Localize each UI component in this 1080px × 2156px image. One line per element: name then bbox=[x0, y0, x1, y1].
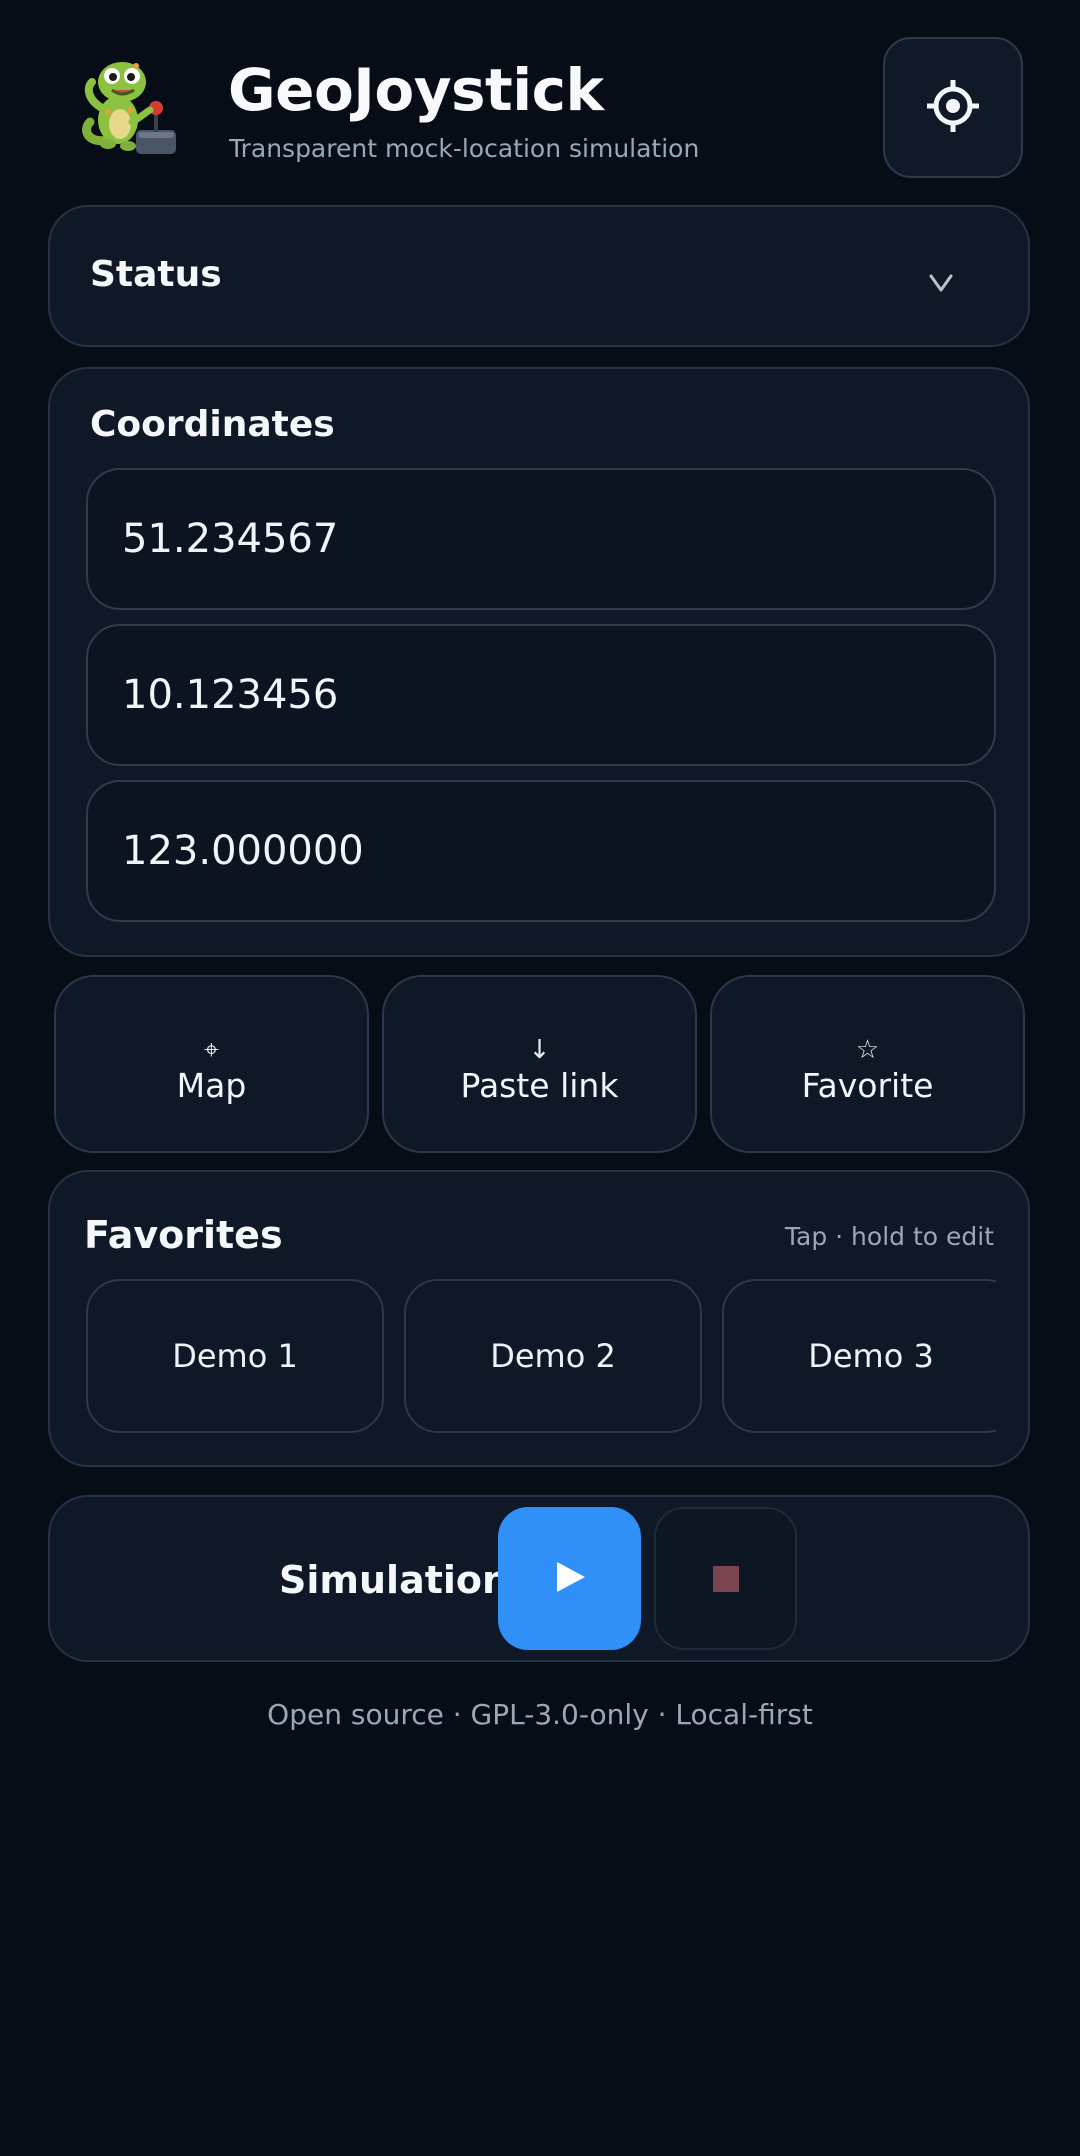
app-subtitle: Transparent mock-location simulation bbox=[229, 134, 700, 163]
coordinates-title: Coordinates bbox=[90, 404, 335, 445]
star-icon: ☆ bbox=[855, 1035, 880, 1065]
simulation-panel: Simulation bbox=[48, 1495, 1030, 1662]
map-button-label: Map bbox=[176, 1066, 247, 1105]
crosshair-icon: ⌖ bbox=[204, 1035, 219, 1065]
favorite-button[interactable]: ☆ Favorite bbox=[710, 975, 1025, 1153]
footer-text: Open source · GPL-3.0-only · Local-first bbox=[267, 1698, 813, 1731]
settings-button[interactable] bbox=[883, 37, 1023, 178]
favorite-chip[interactable]: Demo 3 bbox=[722, 1279, 996, 1433]
app-header: GeoJoystick Transparent mock-location si… bbox=[0, 0, 1080, 200]
coordinates-panel: Coordinates bbox=[48, 367, 1030, 957]
gear-icon bbox=[925, 78, 981, 138]
start-simulation-button[interactable] bbox=[498, 1507, 641, 1650]
favorites-panel: Favorites Tap · hold to edit Demo 1 Demo… bbox=[48, 1170, 1030, 1467]
paste-link-button[interactable]: ↓ Paste link bbox=[382, 975, 697, 1153]
map-button[interactable]: ⌖ Map bbox=[54, 975, 369, 1153]
gecko-joystick-mascot-icon bbox=[78, 52, 184, 162]
favorite-chip[interactable]: Demo 2 bbox=[404, 1279, 702, 1433]
favorite-chip[interactable]: Demo 1 bbox=[86, 1279, 384, 1433]
favorite-button-label: Favorite bbox=[801, 1066, 934, 1105]
stop-icon bbox=[712, 1565, 739, 1592]
status-title: Status bbox=[90, 254, 222, 295]
favorites-list[interactable]: Demo 1 Demo 2 Demo 3 bbox=[86, 1279, 996, 1435]
altitude-input[interactable] bbox=[86, 780, 996, 922]
arrow-down-icon: ↓ bbox=[528, 1035, 551, 1065]
favorites-title: Favorites bbox=[84, 1213, 283, 1257]
favorites-hint: Tap · hold to edit bbox=[784, 1222, 994, 1251]
chevron-down-icon bbox=[926, 267, 956, 297]
longitude-input[interactable] bbox=[86, 624, 996, 766]
simulation-title: Simulation bbox=[279, 1558, 510, 1602]
status-panel[interactable]: Status bbox=[48, 205, 1030, 347]
latitude-input[interactable] bbox=[86, 468, 996, 610]
stop-simulation-button[interactable] bbox=[654, 1507, 797, 1650]
app-title: GeoJoystick bbox=[228, 56, 604, 124]
paste-link-button-label: Paste link bbox=[460, 1066, 619, 1105]
play-icon bbox=[552, 1559, 588, 1599]
